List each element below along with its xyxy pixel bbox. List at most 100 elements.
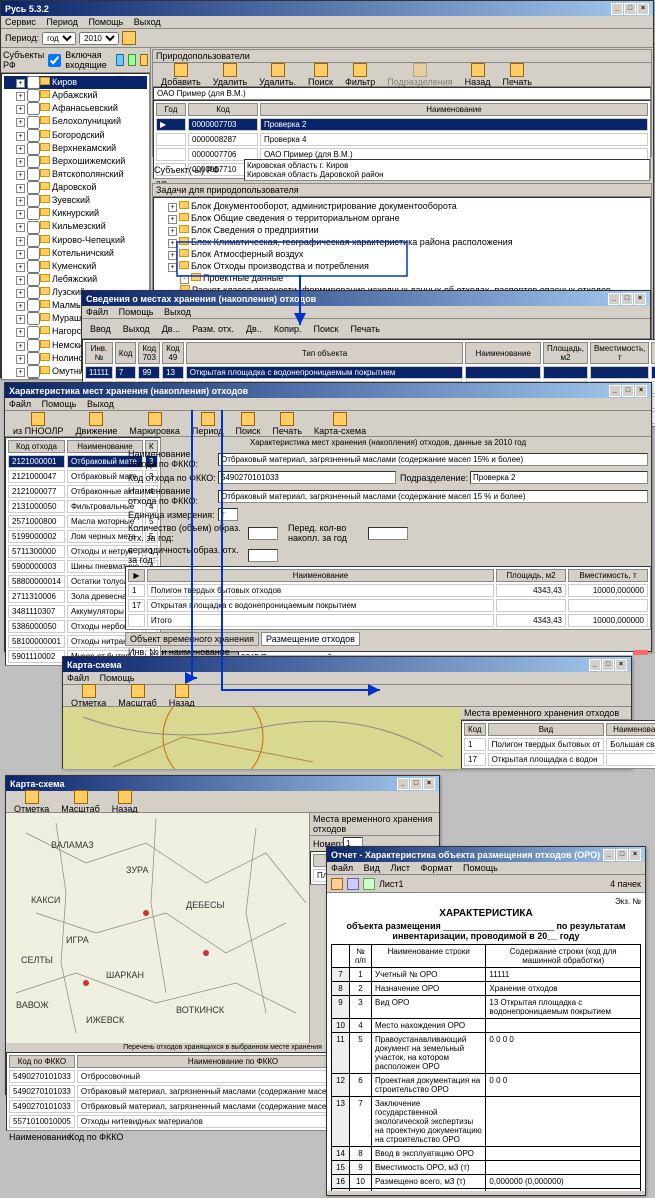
region-4[interactable]: +Богородский — [4, 129, 147, 142]
region-12[interactable]: +Кирово-Чепецкий — [4, 234, 147, 247]
tool-icon-1[interactable] — [116, 54, 124, 66]
rpm-1[interactable]: Вид — [364, 863, 380, 873]
chb-4[interactable]: Поиск — [231, 410, 264, 438]
m2-close[interactable]: × — [423, 778, 435, 790]
region-9[interactable]: +Зуевский — [4, 194, 147, 207]
rp-max[interactable]: □ — [616, 849, 628, 861]
del-inv-icon[interactable] — [634, 650, 648, 655]
refresh-icon[interactable] — [122, 31, 136, 45]
region-11[interactable]: +Кильмезский — [4, 220, 147, 233]
rpt-sheet[interactable]: Лист1 — [379, 879, 404, 889]
chb-5[interactable]: Печать — [268, 410, 305, 438]
btn-back[interactable]: Назад — [461, 61, 495, 89]
chm-1[interactable]: Помощь — [42, 399, 77, 409]
report-doc[interactable]: Экз. № ХАРАКТЕРИСТИКА объекта размещения… — [327, 893, 645, 1191]
btn-print[interactable]: Печать — [498, 61, 535, 89]
chb-0[interactable]: из ПНООЛР — [9, 410, 67, 438]
task-0[interactable]: +Блок Документооборот, администрирование… — [156, 200, 648, 212]
co-row2[interactable]: 17Открытая площадка с водонепроницаемым … — [128, 599, 648, 612]
msr0[interactable]: 1Полигон твердых бытовых отБольшая свалк… — [464, 738, 655, 751]
map2-canvas[interactable]: ВАЛАМАЗ ЗУРА КАКСИ ДЕБЕСЫ ИГРА СЕЛТЫ ШАР… — [6, 813, 309, 1043]
btn-del[interactable]: Удалить — [209, 61, 251, 89]
mpb-0[interactable]: Отметка — [67, 682, 110, 710]
chm-2[interactable]: Выход — [87, 399, 114, 409]
period-type-select[interactable]: год — [42, 32, 76, 45]
m2-max[interactable]: □ — [410, 778, 422, 790]
chb-2[interactable]: Маркировка — [125, 410, 184, 438]
rpt-ico3[interactable] — [363, 878, 375, 890]
m2b-2[interactable]: Назад — [108, 788, 142, 816]
stb-6[interactable]: Поиск — [309, 322, 342, 336]
region-2[interactable]: +Афанасьевский — [4, 102, 147, 115]
st-max[interactable]: □ — [621, 293, 633, 305]
stb-2[interactable]: Дв... — [158, 322, 184, 336]
task-2[interactable]: +Блок Сведения о предприятии — [156, 224, 648, 236]
qty-val[interactable] — [248, 527, 278, 540]
tool-icon-2[interactable] — [128, 54, 136, 66]
rpt-ico2[interactable] — [347, 878, 359, 890]
period-year-select[interactable]: 2010 — [79, 32, 119, 45]
rpm-4[interactable]: Помощь — [463, 863, 498, 873]
srow-0[interactable]: 1111179913Открытая площадка с водонепрон… — [85, 366, 655, 379]
nrow-1[interactable]: 0000008287Проверка 4 — [156, 133, 648, 146]
btn-filter[interactable]: Фильтр — [341, 61, 379, 89]
before-val[interactable] — [368, 527, 408, 540]
region-10[interactable]: +Кикнурский — [4, 207, 147, 220]
chb-6[interactable]: Карта-схема — [310, 410, 370, 438]
rp-close[interactable]: × — [629, 849, 641, 861]
per-val[interactable] — [248, 549, 278, 562]
m2-min[interactable]: _ — [397, 778, 409, 790]
rpm-3[interactable]: Формат — [421, 863, 453, 873]
btn-search[interactable]: Поиск — [304, 61, 337, 89]
ch-close[interactable]: × — [635, 385, 647, 397]
region-0[interactable]: +Киров — [4, 76, 147, 89]
stb-5[interactable]: Копир. — [270, 322, 306, 336]
nrow-0[interactable]: ▶0000007703Проверка 2 — [156, 118, 648, 131]
unit-val[interactable] — [218, 508, 238, 521]
m2b-0[interactable]: Отметка — [10, 788, 53, 816]
menu-period[interactable]: Период — [46, 17, 78, 27]
btn-add[interactable]: Добавить — [157, 61, 205, 89]
m2b-1[interactable]: Масштаб — [57, 788, 104, 816]
menu-service[interactable]: Сервис — [5, 17, 36, 27]
stb-1[interactable]: Выход — [119, 322, 154, 336]
region-6[interactable]: +Верхошижемский — [4, 155, 147, 168]
rp-min[interactable]: _ — [603, 849, 615, 861]
mp-close[interactable]: × — [615, 659, 627, 671]
rpm-0[interactable]: Файл — [331, 863, 353, 873]
tab-place[interactable]: Размещение отходов — [261, 632, 360, 646]
st-min[interactable]: _ — [608, 293, 620, 305]
region-5[interactable]: +Верхнекамский — [4, 142, 147, 155]
max-btn[interactable]: □ — [624, 3, 636, 15]
map-canvas[interactable] — [63, 707, 461, 769]
task-3[interactable]: +Блок Климатическая, географическая хара… — [156, 236, 648, 248]
rpm-2[interactable]: Лист — [390, 863, 410, 873]
msr1[interactable]: 17Открытая площадка с водон — [464, 753, 655, 766]
region-14[interactable]: +Куменский — [4, 260, 147, 273]
chb-1[interactable]: Движение — [71, 410, 121, 438]
mp-max[interactable]: □ — [602, 659, 614, 671]
close-btn[interactable]: × — [637, 3, 649, 15]
f-code-val[interactable] — [218, 471, 396, 484]
stb-4[interactable]: Дв.. — [242, 322, 266, 336]
rpt-ico1[interactable] — [331, 878, 343, 890]
ch-max[interactable]: □ — [622, 385, 634, 397]
min-btn[interactable]: _ — [611, 3, 623, 15]
task-1[interactable]: +Блок Общие сведения о территориальном о… — [156, 212, 648, 224]
task-4[interactable]: +Блок Атмосферный воздух — [156, 248, 648, 260]
stb-3[interactable]: Разм. отх. — [188, 322, 238, 336]
tab-tmp[interactable]: Объект временного хранения — [125, 632, 259, 646]
region-15[interactable]: +Лебяжский — [4, 273, 147, 286]
region-7[interactable]: +Вятскополянский — [4, 168, 147, 181]
include-incoming-chk[interactable] — [48, 54, 61, 67]
mp-min[interactable]: _ — [589, 659, 601, 671]
region-3[interactable]: +Белохолуницкий — [4, 115, 147, 128]
region-1[interactable]: +Арбажский — [4, 89, 147, 102]
ch-min[interactable]: _ — [609, 385, 621, 397]
task-5[interactable]: +Блок Отходы производства и потребления — [156, 260, 648, 272]
mpb-1[interactable]: Масштаб — [114, 682, 161, 710]
btn-del2[interactable]: Удалить. — [255, 61, 300, 89]
stm-help[interactable]: Помощь — [119, 307, 154, 317]
chb-3[interactable]: Период — [188, 410, 228, 438]
st-close[interactable]: × — [634, 293, 646, 305]
